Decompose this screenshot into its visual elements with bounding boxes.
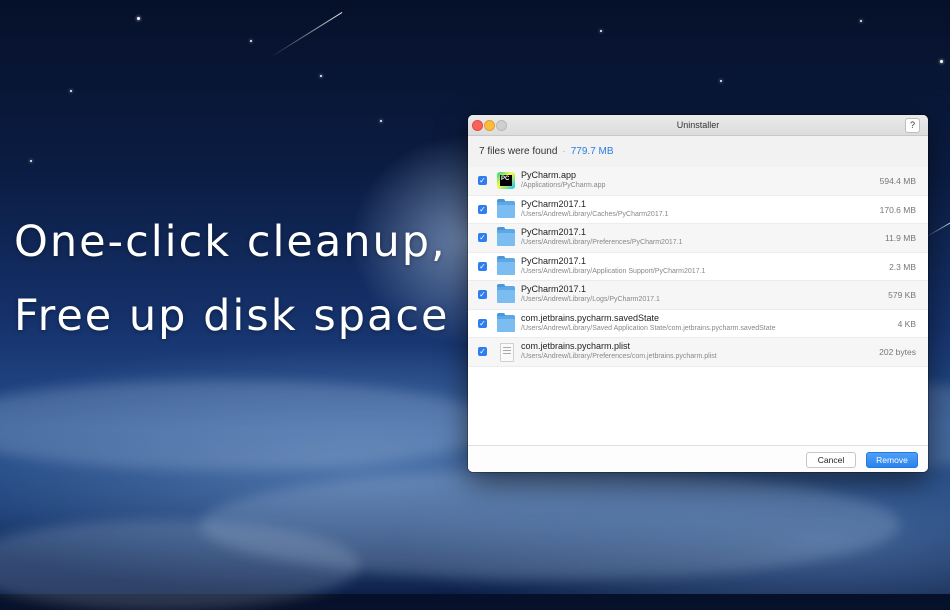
file-size: 202 bytes: [879, 347, 916, 357]
minimize-window-button[interactable]: [484, 120, 495, 131]
file-name: PyCharm.app: [521, 170, 577, 180]
summary-separator: ·: [562, 146, 566, 157]
file-size: 11.9 MB: [884, 233, 916, 243]
file-name: PyCharm2017.1: [521, 227, 587, 237]
file-row[interactable]: ✓ PyCharm2017.1 /Users/Andrew/Library/Lo…: [468, 281, 928, 310]
scan-summary: 7 files were found · 779.7 MB: [468, 136, 928, 168]
file-path: /Applications/PyCharm.app: [521, 182, 606, 189]
file-checkbox[interactable]: ✓: [478, 290, 487, 299]
file-size: 4 KB: [897, 318, 916, 329]
action-bar: Cancel Remove: [468, 445, 928, 472]
close-window-button[interactable]: [472, 120, 483, 131]
zoom-window-button[interactable]: [496, 120, 507, 131]
file-path: /Users/Andrew/Library/Saved Application …: [521, 324, 776, 332]
file-checkbox[interactable]: ✓: [478, 261, 487, 271]
file-row[interactable]: ✓ PyCharm2017.1 /Users/Andrew/Library/Pr…: [468, 224, 928, 253]
file-name: com.jetbrains.pycharm.savedState: [521, 312, 660, 323]
uninstaller-window: Uninstaller ? 7 files were found · 779.7 M…: [468, 115, 928, 472]
folder-icon: [497, 284, 515, 303]
file-name: PyCharm2017.1: [521, 255, 587, 266]
file-name: PyCharm2017.1: [521, 284, 587, 294]
file-size: 594.4 MB: [879, 176, 916, 186]
file-size: 170.6 MB: [879, 204, 916, 215]
folder-icon: [497, 312, 515, 332]
file-size: 2.3 MB: [889, 261, 916, 272]
file-path: /Users/Andrew/Library/Caches/PyCharm2017…: [521, 210, 669, 218]
folder-icon: [497, 227, 515, 246]
total-size-label: 779.7 MB: [570, 146, 614, 157]
headline-line-1: One-click cleanup,: [14, 217, 447, 267]
file-row[interactable]: ✓ PyCharm2017.1 /Users/Andrew/Library/Ap…: [468, 253, 928, 281]
file-row[interactable]: ✓ com.jetbrains.pycharm.savedState /User…: [468, 310, 928, 338]
file-row[interactable]: ✓ com.jetbrains.pycharm.plist /Users/And…: [468, 338, 928, 367]
file-path: /Users/Andrew/Library/Application Suppor…: [521, 267, 706, 275]
file-path: /Users/Andrew/Library/Preferences/PyChar…: [521, 239, 683, 246]
cancel-button[interactable]: Cancel: [806, 452, 856, 468]
file-path: /Users/Andrew/Library/Logs/PyCharm2017.1: [521, 296, 660, 303]
file-checkbox[interactable]: ✓: [478, 347, 487, 356]
file-checkbox[interactable]: ✓: [478, 318, 487, 328]
file-row[interactable]: ✓ PC PyCharm.app /Applications/PyCharm.a…: [468, 167, 928, 196]
file-name: PyCharm2017.1: [521, 198, 587, 209]
file-list: ✓ PC PyCharm.app /Applications/PyCharm.a…: [468, 167, 928, 367]
promo-headline: One-click cleanup, Free up disk space: [14, 205, 450, 353]
pycharm-app-icon: PC: [497, 172, 515, 189]
file-size: 579 KB: [888, 290, 916, 300]
file-row[interactable]: ✓ PyCharm2017.1 /Users/Andrew/Library/Ca…: [468, 196, 928, 224]
folder-icon: [497, 255, 515, 275]
folder-icon: [497, 198, 515, 218]
window-title: Uninstaller: [676, 120, 720, 130]
file-checkbox[interactable]: ✓: [478, 176, 487, 185]
remove-button[interactable]: Remove: [866, 452, 918, 468]
files-found-label: 7 files were found: [479, 146, 558, 157]
help-button[interactable]: ?: [905, 118, 920, 133]
headline-line-2: Free up disk space: [14, 291, 450, 341]
file-checkbox[interactable]: ✓: [478, 233, 487, 242]
file-path: /Users/Andrew/Library/Preferences/com.je…: [521, 353, 717, 360]
file-name: com.jetbrains.pycharm.plist: [521, 341, 631, 351]
plist-file-icon: [500, 343, 514, 362]
title-bar[interactable]: Uninstaller ?: [468, 115, 928, 136]
file-checkbox[interactable]: ✓: [478, 204, 487, 214]
